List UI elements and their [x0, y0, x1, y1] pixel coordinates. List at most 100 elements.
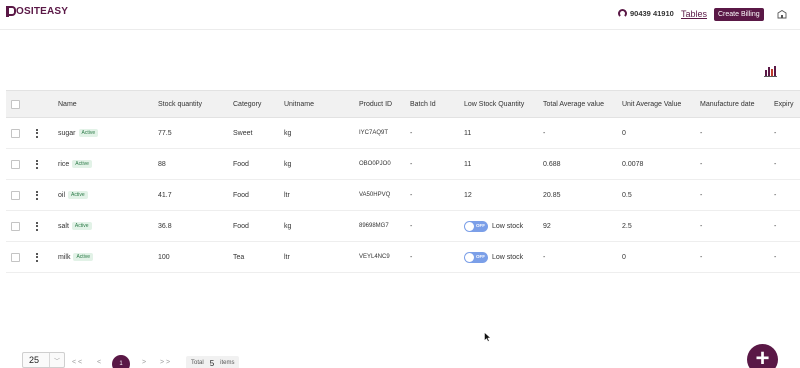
row-checkbox[interactable] [11, 252, 20, 262]
total-count: 5 [209, 358, 215, 368]
col-header-name[interactable]: Name [58, 91, 77, 117]
tables-link[interactable]: Tables [681, 9, 707, 19]
table-row[interactable]: oil Active 41.7 Food ltr VA50HPVQ - 12 20… [6, 180, 800, 211]
low-stock-toggle[interactable]: OFF [464, 220, 488, 232]
product-id: OBO0PJO0 [359, 161, 391, 167]
pagination-bar: 25 ﹀ [22, 352, 65, 368]
row-checkbox[interactable] [11, 128, 20, 138]
chevron-down-icon[interactable]: ﹀ [49, 353, 64, 367]
stock-quantity: 77.5 [158, 129, 172, 137]
row-menu-icon[interactable] [36, 128, 38, 138]
expiry-date: - [774, 253, 777, 261]
row-menu-icon[interactable] [36, 221, 38, 231]
row-menu-icon[interactable] [36, 190, 38, 200]
unit-name: ltr [284, 253, 290, 261]
col-header-batch-id[interactable]: Batch Id [410, 91, 436, 117]
unit-name: ltr [284, 191, 290, 199]
unit-average-value: 0 [622, 253, 626, 261]
current-page-button[interactable]: 1 [112, 355, 130, 368]
unit-average-value: 0.0078 [622, 160, 644, 168]
page-size-value: 25 [29, 355, 40, 365]
headset-icon [618, 9, 627, 18]
support-phone: 90439 41910 [618, 9, 674, 18]
row-menu-icon[interactable] [36, 159, 38, 169]
table-row[interactable]: salt Active 36.8 Food kg 89698MG7 - OFF L… [6, 211, 800, 242]
row-checkbox[interactable] [11, 159, 20, 169]
low-stock-quantity: 12 [464, 191, 472, 199]
select-all-checkbox[interactable] [11, 99, 20, 109]
create-billing-button[interactable]: Create Billing [714, 8, 764, 21]
unit-name: kg [284, 160, 292, 168]
status-badge: Active [78, 129, 99, 137]
manufacture-date: - [700, 129, 703, 137]
status-badge: Active [71, 222, 92, 230]
low-stock-toggle[interactable]: OFF [464, 251, 488, 263]
col-header-category[interactable]: Category [233, 91, 261, 117]
col-header-product-id[interactable]: Product ID [359, 91, 392, 117]
product-id: 89698MG7 [359, 223, 389, 229]
manufacture-date: - [700, 253, 703, 261]
stock-quantity: 88 [158, 160, 166, 168]
product-name[interactable]: milk [58, 254, 70, 261]
low-stock-quantity: 11 [464, 129, 472, 137]
col-header-stock[interactable]: Stock quantity [158, 91, 202, 117]
col-header-unit-avg[interactable]: Unit Average Value [622, 91, 681, 117]
total-average-value: - [543, 129, 546, 137]
total-label: Total [191, 360, 204, 366]
batch-id: - [410, 160, 413, 168]
product-name[interactable]: oil [58, 192, 65, 199]
mouse-cursor-icon [484, 332, 491, 342]
row-checkbox[interactable] [11, 221, 20, 231]
table-header-row: Name Stock quantity Category Unitname Pr… [6, 90, 800, 118]
total-items-indicator: Total 5 items [186, 356, 240, 368]
store-settings-icon[interactable] [777, 10, 787, 19]
app-logo[interactable]: OSITEASY [6, 6, 68, 17]
row-checkbox[interactable] [11, 190, 20, 200]
col-header-unitname[interactable]: Unitname [284, 91, 314, 117]
product-id: VA50HPVQ [359, 192, 391, 198]
export-chart-icon[interactable] [764, 64, 777, 77]
toggle-state-label: OFF [476, 253, 485, 259]
total-average-value: 20.85 [543, 191, 561, 199]
next-page-button[interactable]: > [142, 359, 146, 366]
unit-name: kg [284, 222, 292, 230]
unit-name: kg [284, 129, 292, 137]
status-badge: Active [72, 160, 92, 168]
col-header-expiry[interactable]: Expiry [774, 91, 793, 117]
table-row[interactable]: rice Active 88 Food kg OBO0PJO0 - 11 0.68… [6, 149, 800, 180]
stock-quantity: 100 [158, 253, 170, 261]
first-page-button[interactable]: < < [72, 359, 82, 366]
low-stock-label: Low stock [492, 222, 524, 230]
product-name[interactable]: rice [58, 161, 69, 168]
product-id: VEYL4NC9 [359, 254, 390, 260]
add-product-button[interactable]: + [747, 344, 778, 368]
expiry-date: - [774, 191, 777, 199]
product-id: IYC7AQ9T [359, 130, 389, 136]
col-header-low-stock[interactable]: Low Stock Quantity [464, 91, 524, 117]
batch-id: - [410, 191, 413, 199]
status-badge: Active [73, 253, 94, 261]
page-size-select[interactable]: 25 ﹀ [22, 352, 65, 368]
manufacture-date: - [700, 191, 703, 199]
table-row[interactable]: sugar Active 77.5 Sweet kg IYC7AQ9T - 11 … [6, 118, 800, 149]
inventory-table: Name Stock quantity Category Unitname Pr… [6, 90, 800, 273]
manufacture-date: - [700, 160, 703, 168]
product-name[interactable]: salt [58, 223, 69, 230]
unit-average-value: 2.5 [622, 222, 632, 230]
table-row[interactable]: milk Active 100 Tea ltr VEYL4NC9 - OFF Lo… [6, 242, 800, 273]
expiry-date: - [774, 129, 777, 137]
prev-page-button[interactable]: < [97, 359, 101, 366]
unit-average-value: 0.5 [622, 191, 632, 199]
row-menu-icon[interactable] [36, 252, 38, 262]
col-header-manufacture[interactable]: Manufacture date [700, 91, 754, 117]
last-page-button[interactable]: > > [160, 359, 170, 366]
batch-id: - [410, 222, 413, 230]
low-stock-label: Low stock [492, 253, 524, 261]
total-average-value: 92 [543, 222, 551, 230]
col-header-total-avg[interactable]: Total Average value [543, 91, 604, 117]
low-stock-quantity: 11 [464, 160, 472, 168]
status-badge: Active [68, 191, 88, 199]
logo-mark-icon [6, 6, 16, 17]
items-label: items [220, 360, 235, 366]
product-name[interactable]: sugar [58, 130, 76, 137]
